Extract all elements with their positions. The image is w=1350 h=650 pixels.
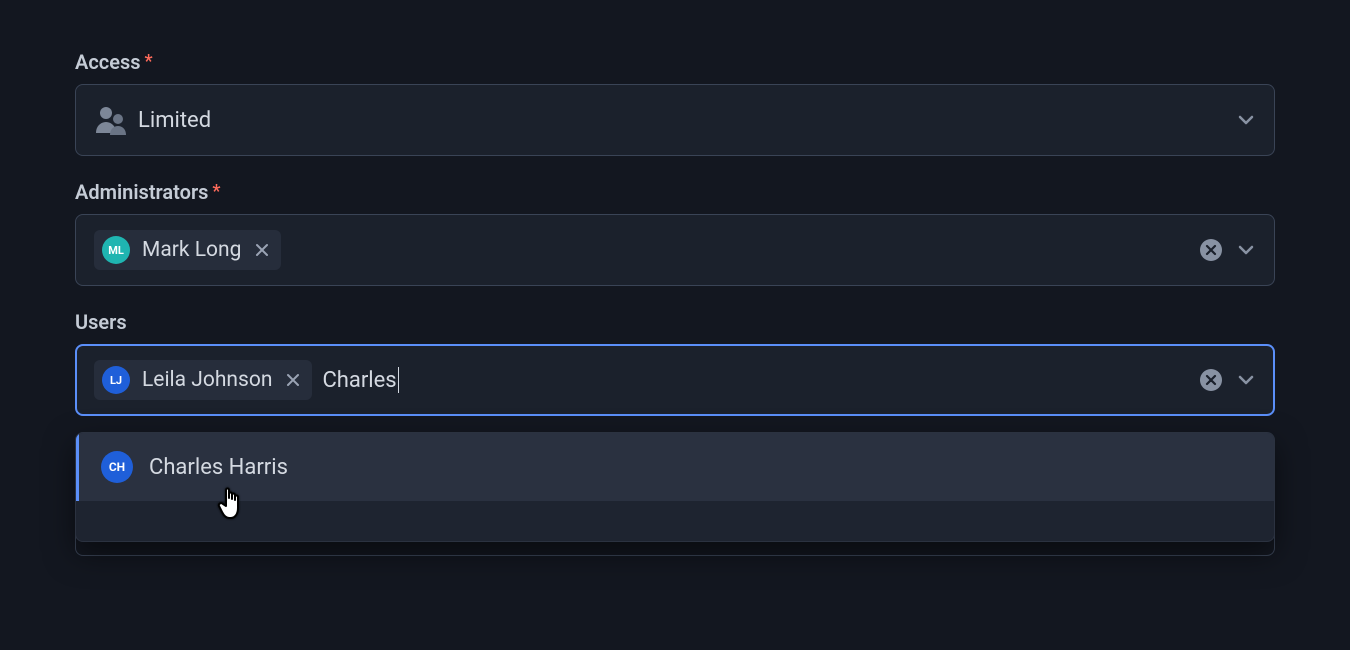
users-input-value: Charles	[322, 368, 396, 393]
chevron-down-icon[interactable]	[1236, 370, 1256, 390]
access-value: Limited	[138, 108, 211, 133]
required-indicator: *	[212, 183, 220, 201]
administrators-label-text: Administrators	[75, 180, 208, 204]
access-select[interactable]: Limited	[75, 84, 1275, 156]
admin-chip: ML Mark Long	[94, 230, 281, 270]
remove-chip-icon[interactable]	[284, 373, 302, 387]
chip-name: Mark Long	[142, 238, 241, 262]
remove-chip-icon[interactable]	[253, 243, 271, 257]
avatar: CH	[101, 451, 133, 483]
users-input[interactable]: Charles	[322, 367, 398, 393]
administrators-label: Administrators *	[75, 180, 1275, 204]
user-chip: LJ Leila Johnson	[94, 360, 312, 400]
chevron-down-icon[interactable]	[1236, 110, 1256, 130]
clear-all-icon[interactable]	[1200, 369, 1222, 391]
chip-name: Leila Johnson	[142, 368, 272, 392]
administrators-select[interactable]: ML Mark Long	[75, 214, 1275, 286]
users-field: Users LJ Leila Johnson Charles	[75, 310, 1275, 416]
administrators-field: Administrators * ML Mark Long	[75, 180, 1275, 286]
avatar: ML	[102, 236, 130, 264]
people-icon	[94, 105, 128, 135]
users-label-text: Users	[75, 310, 127, 334]
required-indicator: *	[145, 53, 153, 71]
users-select[interactable]: LJ Leila Johnson Charles	[75, 344, 1275, 416]
clear-all-icon[interactable]	[1200, 239, 1222, 261]
avatar: LJ	[102, 366, 130, 394]
users-dropdown: CH Charles Harris	[75, 432, 1275, 542]
text-caret	[398, 367, 399, 393]
access-label-text: Access	[75, 50, 141, 74]
chevron-down-icon[interactable]	[1236, 240, 1256, 260]
access-field: Access * Limited	[75, 50, 1275, 156]
access-label: Access *	[75, 50, 1275, 74]
users-label: Users	[75, 310, 1275, 334]
dropdown-option-charles-harris[interactable]: CH Charles Harris	[76, 433, 1274, 501]
dropdown-option-label: Charles Harris	[149, 455, 288, 480]
